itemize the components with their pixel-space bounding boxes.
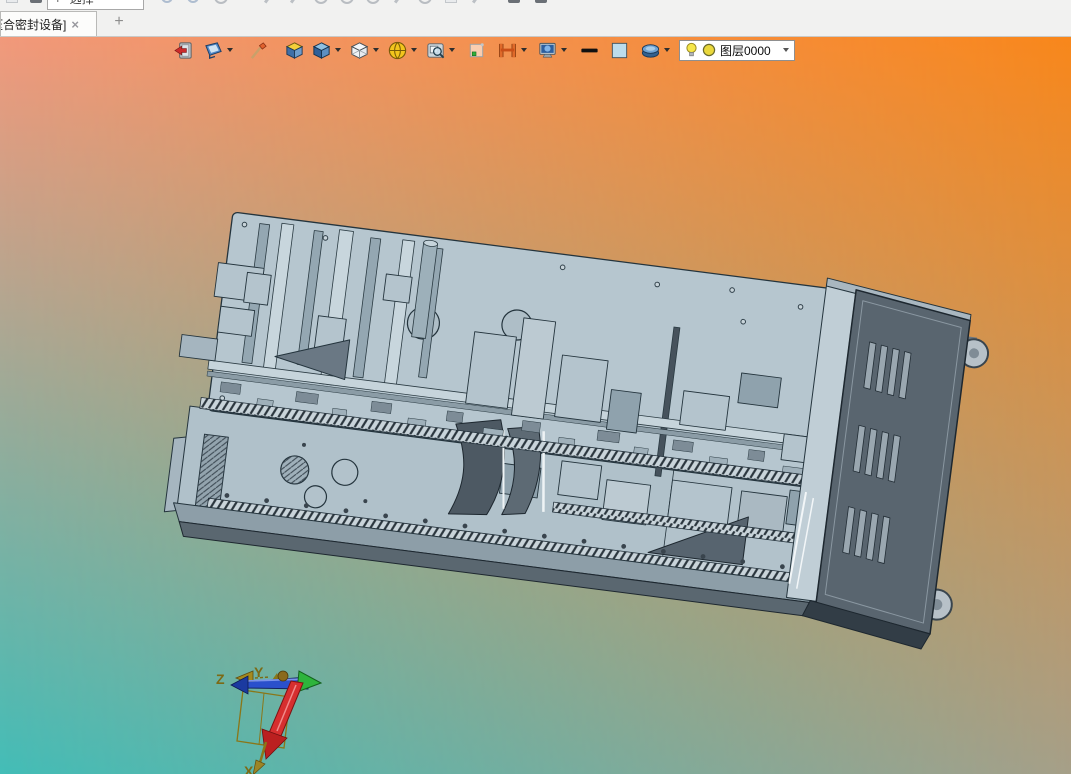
undo-icon[interactable]: [158, 0, 176, 6]
clipped-tool-icon[interactable]: [364, 0, 382, 6]
chevron-down-icon[interactable]: [782, 48, 789, 52]
dropdown-arrow-icon[interactable]: [411, 48, 417, 52]
clipped-tool-icon[interactable]: [286, 0, 304, 6]
layer-color-icon: [702, 43, 716, 57]
shaded-cube-icon[interactable]: [310, 38, 342, 62]
clipped-tool-icon[interactable]: [238, 0, 256, 6]
dropdown-arrow-icon[interactable]: [373, 48, 379, 52]
document-tab[interactable]: 压合密封设备] ×: [0, 11, 97, 36]
display-monitor-icon[interactable]: [536, 38, 568, 62]
wireframe-cube-icon[interactable]: [348, 38, 380, 62]
material-disc-icon[interactable]: [639, 38, 671, 62]
close-icon[interactable]: ×: [71, 18, 79, 31]
pick-filter-select[interactable]: + 选择: [47, 0, 144, 10]
zoom-region-icon[interactable]: [424, 38, 456, 62]
axis-y-label: Y: [254, 664, 264, 680]
layer-select[interactable]: 图层0000: [679, 39, 795, 61]
axis-x-label: X: [244, 763, 254, 774]
viewport-3d[interactable]: Z Y X 图层0000: [0, 37, 1071, 774]
pick-crosshair-icon: +: [54, 0, 62, 5]
tab-bar: 压合密封设备] × +: [0, 10, 1071, 37]
clipped-tool-icon[interactable]: [27, 0, 45, 6]
exit-render-icon[interactable]: [172, 38, 195, 62]
pick-filter-label: 选择: [70, 0, 94, 7]
clipped-tool-icon[interactable]: [505, 0, 523, 6]
redo-icon[interactable]: [184, 0, 202, 6]
color-swatch-icon[interactable]: [608, 38, 631, 62]
dropdown-arrow-icon[interactable]: [335, 48, 341, 52]
viewport-canvas[interactable]: Z Y X: [0, 37, 1071, 774]
brush-icon[interactable]: [247, 38, 270, 62]
clipped-tool-icon[interactable]: [442, 0, 460, 6]
view-orientation-icon[interactable]: [202, 38, 234, 62]
clipped-tool-icon[interactable]: [212, 0, 230, 6]
line-width-icon[interactable]: [578, 38, 601, 62]
new-tab-button[interactable]: +: [107, 12, 131, 34]
clipped-tool-icon[interactable]: [3, 0, 21, 6]
top-toolbar-strip: + 选择: [0, 0, 1071, 10]
clipped-tool-icon[interactable]: [416, 0, 434, 6]
dropdown-arrow-icon[interactable]: [449, 48, 455, 52]
clipped-tool-icon[interactable]: [532, 0, 550, 6]
clipped-tool-icon[interactable]: [338, 0, 356, 6]
clipped-tool-icon[interactable]: [390, 0, 408, 6]
section-clamp-icon[interactable]: [496, 38, 528, 62]
dropdown-arrow-icon[interactable]: [664, 48, 670, 52]
render-toolbar: 图层0000: [172, 38, 795, 62]
clipped-tool-icon[interactable]: [260, 0, 278, 6]
dropdown-arrow-icon[interactable]: [227, 48, 233, 52]
document-tab-title: 压合密封设备]: [1, 17, 67, 32]
dropdown-arrow-icon[interactable]: [561, 48, 567, 52]
layer-select-label: 图层0000: [720, 43, 771, 58]
bulb-icon: [686, 42, 697, 56]
clipped-tool-icon[interactable]: [312, 0, 330, 6]
clipped-tool-icon[interactable]: [468, 0, 486, 6]
shaded-edges-box-icon[interactable]: [283, 38, 306, 62]
axis-z-label: Z: [216, 671, 225, 687]
dropdown-arrow-icon[interactable]: [521, 48, 527, 52]
snapshot-icon[interactable]: [465, 38, 488, 62]
cad-application-window: + 选择 压合密封设备] × +: [0, 0, 1071, 774]
segmented-sphere-icon[interactable]: [386, 38, 418, 62]
